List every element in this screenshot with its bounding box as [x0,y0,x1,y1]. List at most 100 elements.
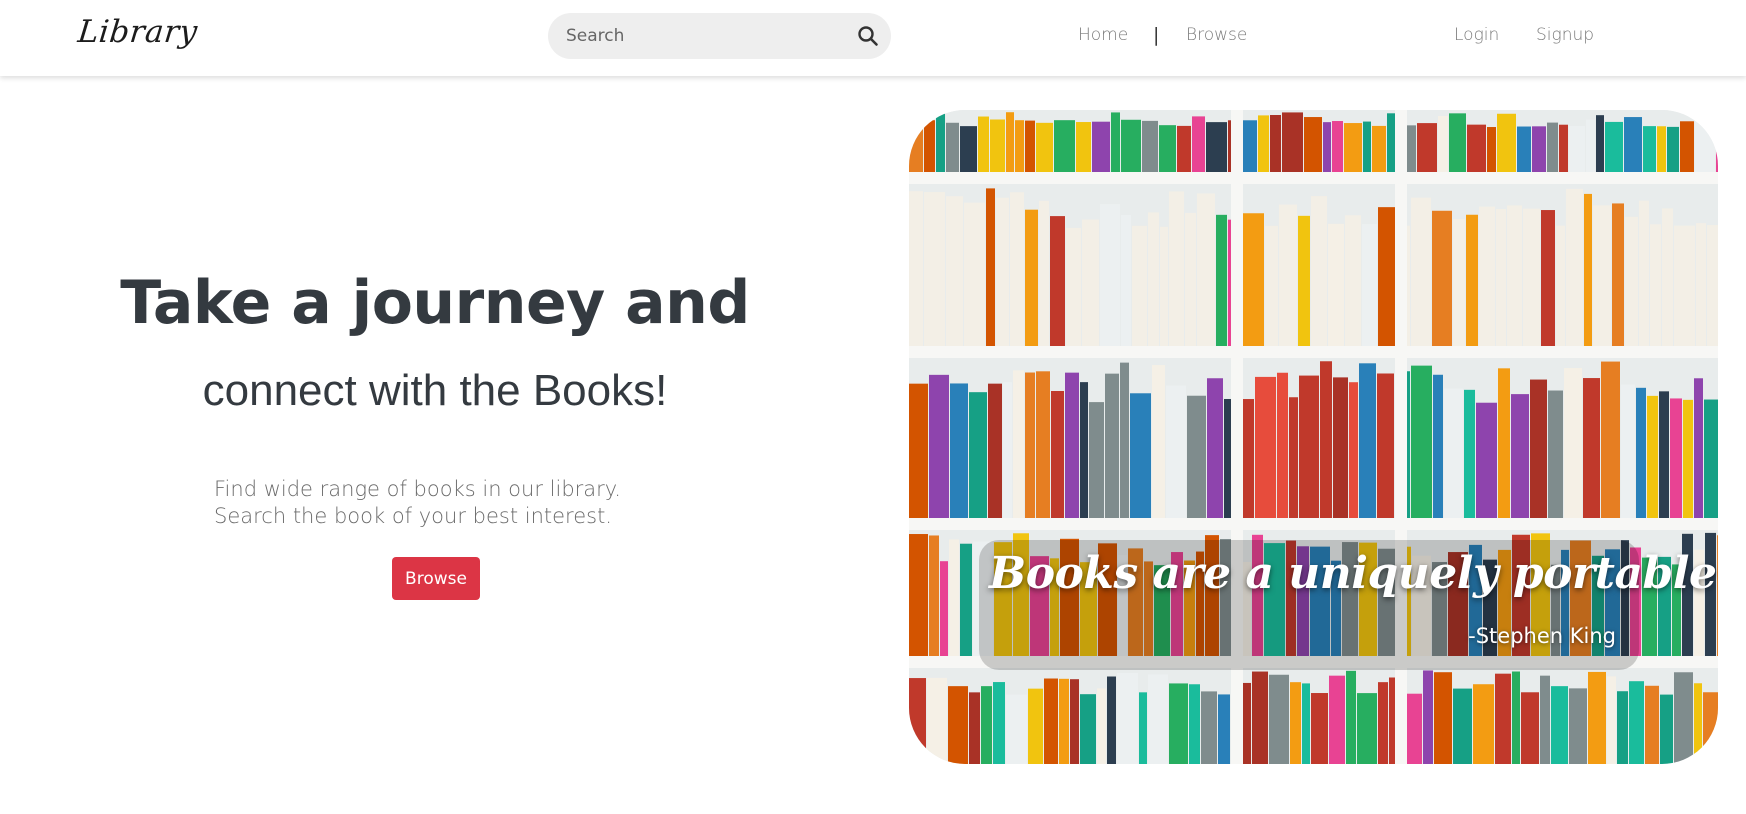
search-icon[interactable] [845,13,891,59]
book-spine [1130,393,1151,518]
brand-logo[interactable]: Library [76,14,199,50]
book-spine [1120,362,1129,518]
book-spine [969,692,980,764]
book-spine [1028,688,1043,764]
book-spine [1497,113,1516,172]
book-spine [946,196,963,346]
book-spine [1025,372,1035,518]
book-spine [1662,208,1673,346]
book-spine [1166,385,1186,518]
book-spine [1111,112,1120,172]
book-spine [1277,372,1288,518]
book-spine [1674,672,1693,764]
book-spine [1667,126,1679,172]
book-spine [1438,115,1448,172]
nav-link-home[interactable]: Home [1078,25,1128,45]
book-spine [1197,193,1215,346]
book-spine [1540,675,1550,764]
book-spine [1704,399,1718,518]
book-spine [1607,676,1616,764]
book-spine [1696,223,1706,346]
book-spine [909,191,923,346]
book-spine [1511,394,1529,518]
book-spine [1076,122,1091,172]
book-spine [1080,694,1096,764]
book-spine [1473,684,1494,764]
book-spine [929,374,949,518]
book-spine [1449,113,1466,172]
hero-quote-author: -Stephen King [1468,624,1616,648]
book-spine [1089,402,1104,518]
nav-link-browse[interactable]: Browse [1186,25,1247,45]
book-spine [1359,363,1376,518]
book-spine [1054,120,1075,172]
book-spine [1345,215,1361,346]
book-spine [1453,688,1472,764]
book-spine [1258,115,1269,172]
book-spine [1584,193,1592,346]
book-spine [1070,679,1079,764]
book-spine [1132,225,1147,346]
hero-title-line-1: Take a journey and [120,268,750,338]
book-spine [1596,115,1604,172]
book-spine [1453,218,1465,346]
book-spine [1464,389,1475,518]
book-spine [1121,214,1131,346]
book-spine [1148,674,1168,764]
nav-link-signup[interactable]: Signup [1536,25,1594,45]
browse-button[interactable]: Browse [392,557,480,600]
book-spine [1660,694,1673,764]
book-spine [909,534,928,656]
book-spine [1566,188,1583,346]
book-spine [1372,125,1386,172]
book-spine [1617,691,1628,764]
nav-link-login[interactable]: Login [1454,25,1499,45]
book-spine [1357,693,1377,764]
book-spine [927,677,947,764]
book-spine [1036,122,1053,172]
book-spine [978,116,989,172]
book-spine [1417,123,1437,172]
shelf-plank [909,346,1718,358]
book-spine [1006,112,1014,172]
book-spine [1548,390,1563,518]
book-spine [1695,118,1715,172]
book-spine [1152,365,1165,518]
book-spine [1311,196,1327,346]
book-spine [1059,678,1069,764]
book-spine [1329,675,1345,764]
book-spine [1346,670,1356,764]
book-spine [969,392,987,518]
book-spine [1624,117,1642,172]
book-spine [1006,694,1027,764]
book-spine [1066,227,1081,346]
book-spine [1218,694,1230,764]
book-spine [1206,122,1227,172]
book-spine [1105,373,1119,518]
book-spine [1569,688,1587,764]
book-spine [1593,205,1611,346]
book-spine [1100,204,1120,346]
book-spine [1411,365,1432,518]
book-spine [1495,673,1511,764]
book-spine [1290,682,1301,764]
book-spine [1512,671,1520,764]
book-spine [1243,213,1264,346]
book-spine [1605,121,1623,172]
book-spine [1507,205,1522,346]
book-spine [1476,402,1497,518]
book-spine [1092,121,1110,172]
book-spine [1586,119,1595,172]
book-spine [1121,119,1141,172]
search-input[interactable] [548,13,845,59]
book-spine [1639,200,1649,346]
book-spine [1659,391,1669,518]
book-spine [1521,692,1539,764]
book-spine [1612,203,1624,346]
book-spine [1216,214,1227,346]
hero-image-bookshelf: Books are a uniquely portable magic -Ste… [909,110,1718,764]
book-spine [924,192,945,346]
book-spine [1185,212,1196,346]
book-spine [1674,225,1695,346]
book-spine [1177,125,1191,172]
